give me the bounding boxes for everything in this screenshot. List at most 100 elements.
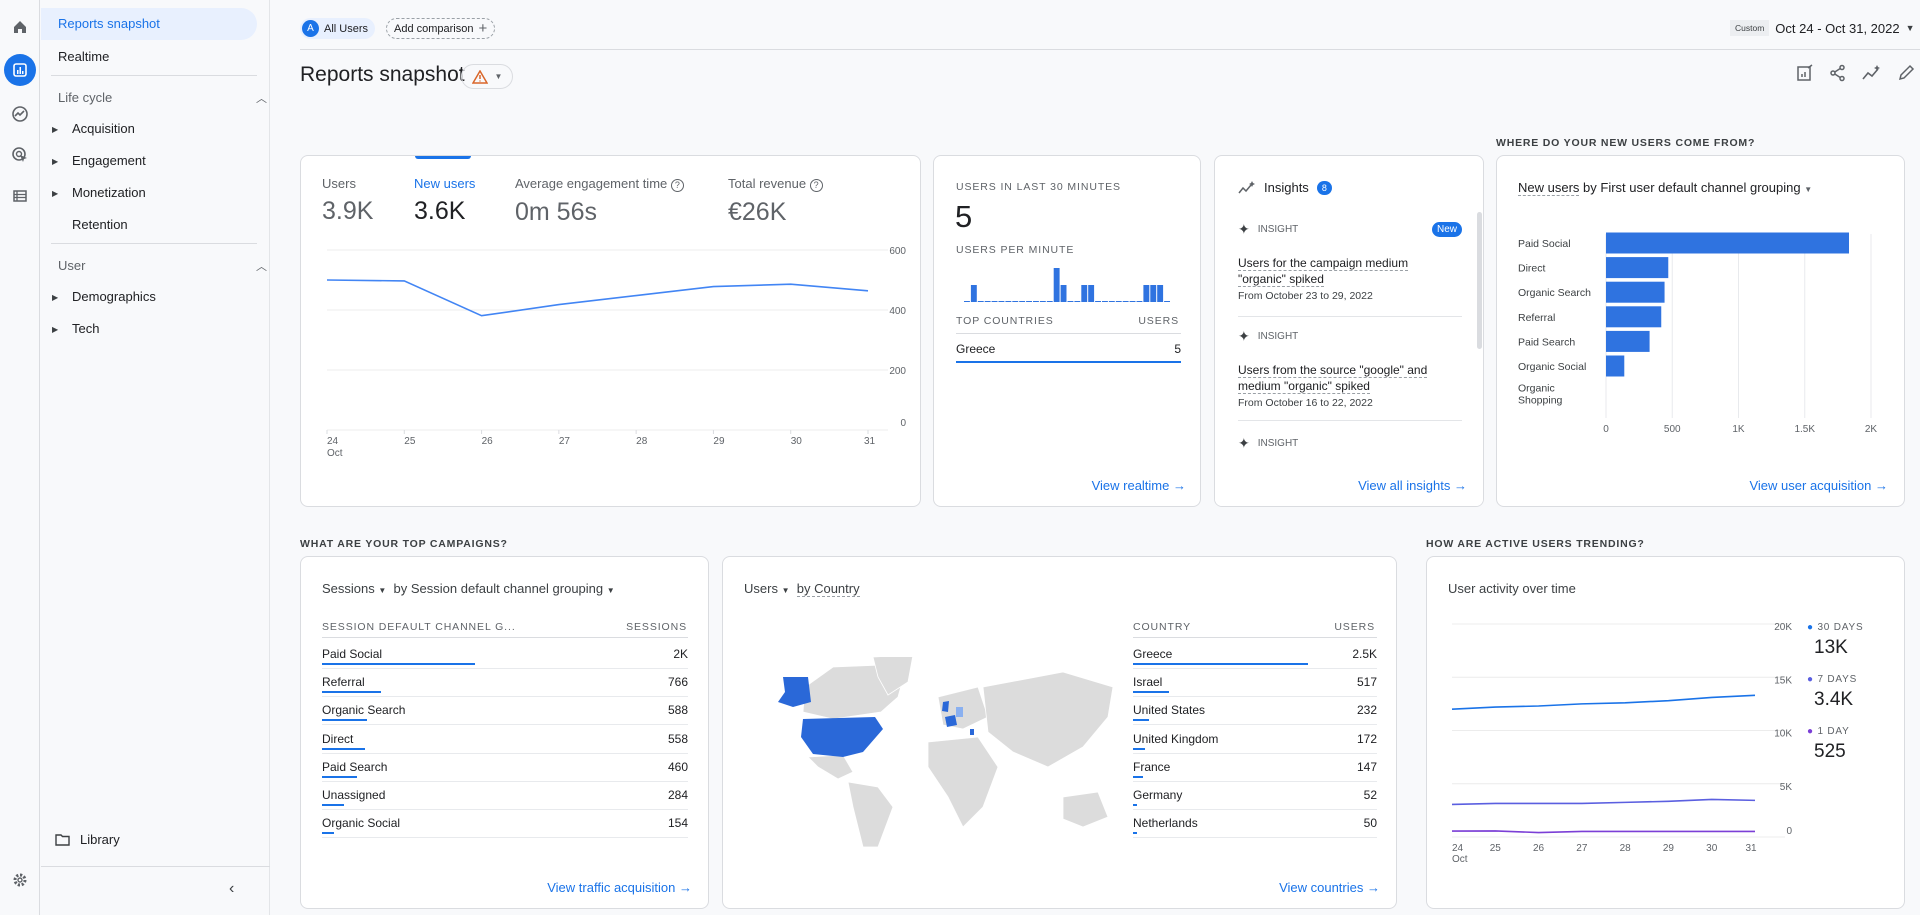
new-badge: New bbox=[1431, 222, 1462, 237]
table-row[interactable]: Paid Search 460 bbox=[322, 754, 688, 782]
table-row[interactable]: Germany 52 bbox=[1133, 782, 1377, 810]
overview-card: Users 3.9K New users 3.6K Average engage… bbox=[300, 155, 921, 507]
date-custom-tag: Custom bbox=[1730, 20, 1770, 36]
x-tick-label: 26 bbox=[482, 436, 494, 447]
caret-down-icon: ▼ bbox=[1905, 23, 1915, 33]
active-users-card: User activity over time 0 5K 10K 15K 20K 24 25… bbox=[1426, 556, 1905, 909]
explore-icon[interactable] bbox=[6, 100, 34, 128]
settings-icon[interactable] bbox=[6, 866, 34, 894]
customize-report-icon[interactable] bbox=[1796, 64, 1814, 82]
nav-library-label: Library bbox=[80, 832, 120, 847]
caret-right-icon[interactable]: ▶ bbox=[52, 293, 58, 302]
row-label: Netherlands bbox=[1133, 816, 1198, 831]
row-bar bbox=[322, 832, 334, 835]
date-range-picker[interactable]: Custom Oct 24 - Oct 31, 2022 ▼ bbox=[1730, 20, 1915, 36]
table-row[interactable]: United Kingdom 172 bbox=[1133, 726, 1377, 754]
nav-section-lifecycle[interactable]: Life cycle bbox=[58, 90, 112, 105]
section-heading: HOW ARE ACTIVE USERS TRENDING? bbox=[1426, 538, 1645, 550]
view-countries-link[interactable]: View countries → bbox=[1279, 880, 1380, 895]
nav-reports-snapshot[interactable]: Reports snapshot bbox=[41, 8, 257, 40]
x-tick-label: 24 bbox=[327, 436, 339, 447]
folder-icon bbox=[55, 833, 70, 846]
metric-selector[interactable]: Sessions ▼ bbox=[322, 581, 386, 596]
nav-tech[interactable]: Tech bbox=[72, 321, 99, 336]
advertising-icon[interactable] bbox=[6, 141, 34, 169]
insight-item[interactable]: ✦ INSIGHT New Users for the campaign mediu… bbox=[1238, 221, 1462, 302]
collapse-nav-chevron-left-icon[interactable]: ‹ bbox=[229, 880, 234, 898]
table-row[interactable]: Unassigned 284 bbox=[322, 782, 688, 810]
table-row[interactable]: Greece 2.5K bbox=[1133, 641, 1377, 669]
map-france bbox=[945, 715, 957, 727]
x-tick-label: 29 bbox=[1663, 843, 1675, 854]
nav-realtime[interactable]: Realtime bbox=[58, 49, 109, 64]
nav-engagement[interactable]: Engagement bbox=[72, 153, 146, 168]
row-bar bbox=[322, 775, 358, 778]
edit-pencil-icon[interactable] bbox=[1897, 64, 1915, 82]
view-traffic-acquisition-link[interactable]: View traffic acquisition → bbox=[547, 880, 692, 895]
insights-icon[interactable] bbox=[1862, 64, 1882, 82]
scrollbar[interactable] bbox=[1477, 212, 1482, 349]
arrow-right-icon: → bbox=[1173, 478, 1186, 493]
home-icon[interactable] bbox=[6, 13, 34, 41]
insight-item[interactable]: ✦ INSIGHT bbox=[1238, 435, 1462, 452]
caret-right-icon[interactable]: ▶ bbox=[52, 157, 58, 166]
country-row[interactable]: Greece 5 bbox=[956, 338, 1181, 366]
nav-acquisition[interactable]: Acquisition bbox=[72, 121, 135, 136]
caret-right-icon[interactable]: ▶ bbox=[52, 189, 58, 198]
category-label: Paid Search bbox=[1518, 336, 1575, 348]
sparkle-icon: ✦ bbox=[1238, 328, 1250, 344]
nav-demographics[interactable]: Demographics bbox=[72, 289, 156, 304]
divider bbox=[41, 866, 270, 867]
table-row[interactable]: Israel 517 bbox=[1133, 669, 1377, 698]
share-icon[interactable] bbox=[1829, 64, 1847, 82]
row-label: Organic Social bbox=[322, 816, 401, 831]
nav-section-user[interactable]: User bbox=[58, 258, 85, 273]
nav-library[interactable]: Library bbox=[55, 832, 120, 847]
minute-bar bbox=[1129, 301, 1136, 302]
table-row[interactable]: Paid Social 2K bbox=[322, 641, 688, 669]
y-tick-label: 0 bbox=[900, 418, 906, 429]
add-comparison-button[interactable]: Add comparison + bbox=[386, 18, 496, 39]
row-value: 52 bbox=[1363, 788, 1377, 802]
view-all-insights-link[interactable]: View all insights → bbox=[1358, 478, 1467, 493]
row-value: 172 bbox=[1356, 731, 1377, 746]
segment-chip[interactable]: A All Users bbox=[300, 18, 376, 39]
dimension-selector[interactable]: by Session default channel grouping ▼ bbox=[394, 581, 615, 596]
divider bbox=[51, 243, 257, 244]
x-tick-label: 28 bbox=[636, 436, 648, 447]
row-bar bbox=[322, 719, 367, 722]
minute-bar bbox=[1012, 301, 1019, 302]
caret-right-icon[interactable]: ▶ bbox=[52, 125, 58, 134]
table-row[interactable]: Referral 766 bbox=[322, 669, 688, 698]
view-realtime-link[interactable]: View realtime → bbox=[1092, 478, 1186, 493]
table-row[interactable]: Organic Search 588 bbox=[322, 697, 688, 726]
x-tick-label: 31 bbox=[864, 436, 876, 447]
configure-icon[interactable] bbox=[6, 182, 34, 210]
nav-monetization[interactable]: Monetization bbox=[72, 185, 146, 200]
minute-bar bbox=[1108, 301, 1115, 302]
data-quality-warning-button[interactable]: ▼ bbox=[461, 64, 513, 89]
table-row[interactable]: Organic Social 154 bbox=[322, 810, 688, 839]
table-row[interactable]: Direct 558 bbox=[322, 726, 688, 754]
row-bar bbox=[1133, 691, 1170, 694]
chevron-up-icon[interactable]: ︿ bbox=[256, 258, 267, 274]
map-united-kingdom bbox=[942, 701, 949, 712]
table-row[interactable]: Netherlands 50 bbox=[1133, 810, 1377, 839]
minute-bar bbox=[1053, 268, 1060, 302]
x-tick-label: 28 bbox=[1620, 843, 1632, 854]
view-user-acquisition-link[interactable]: View user acquisition → bbox=[1749, 478, 1888, 493]
table-row[interactable]: United States 232 bbox=[1133, 697, 1377, 726]
category-label: Shopping bbox=[1518, 395, 1563, 407]
minute-bar bbox=[1088, 285, 1095, 302]
active-users-legend: ● 30 DAYS 13K ● 7 DAYS 3.4K ● 1 DAY 525 bbox=[1807, 622, 1863, 763]
table-row[interactable]: France 147 bbox=[1133, 754, 1377, 782]
column-header-users: USERS bbox=[1334, 621, 1375, 633]
nav-retention[interactable]: Retention bbox=[72, 217, 128, 232]
reports-icon[interactable] bbox=[4, 54, 36, 86]
caret-right-icon[interactable]: ▶ bbox=[52, 325, 58, 334]
chevron-up-icon[interactable]: ︿ bbox=[256, 90, 267, 106]
metric-selector[interactable]: Users ▼ bbox=[744, 581, 790, 596]
insight-item[interactable]: ✦ INSIGHT Users from the source "google" … bbox=[1238, 328, 1462, 409]
world-map[interactable] bbox=[763, 657, 1123, 847]
row-value: 232 bbox=[1356, 703, 1377, 718]
